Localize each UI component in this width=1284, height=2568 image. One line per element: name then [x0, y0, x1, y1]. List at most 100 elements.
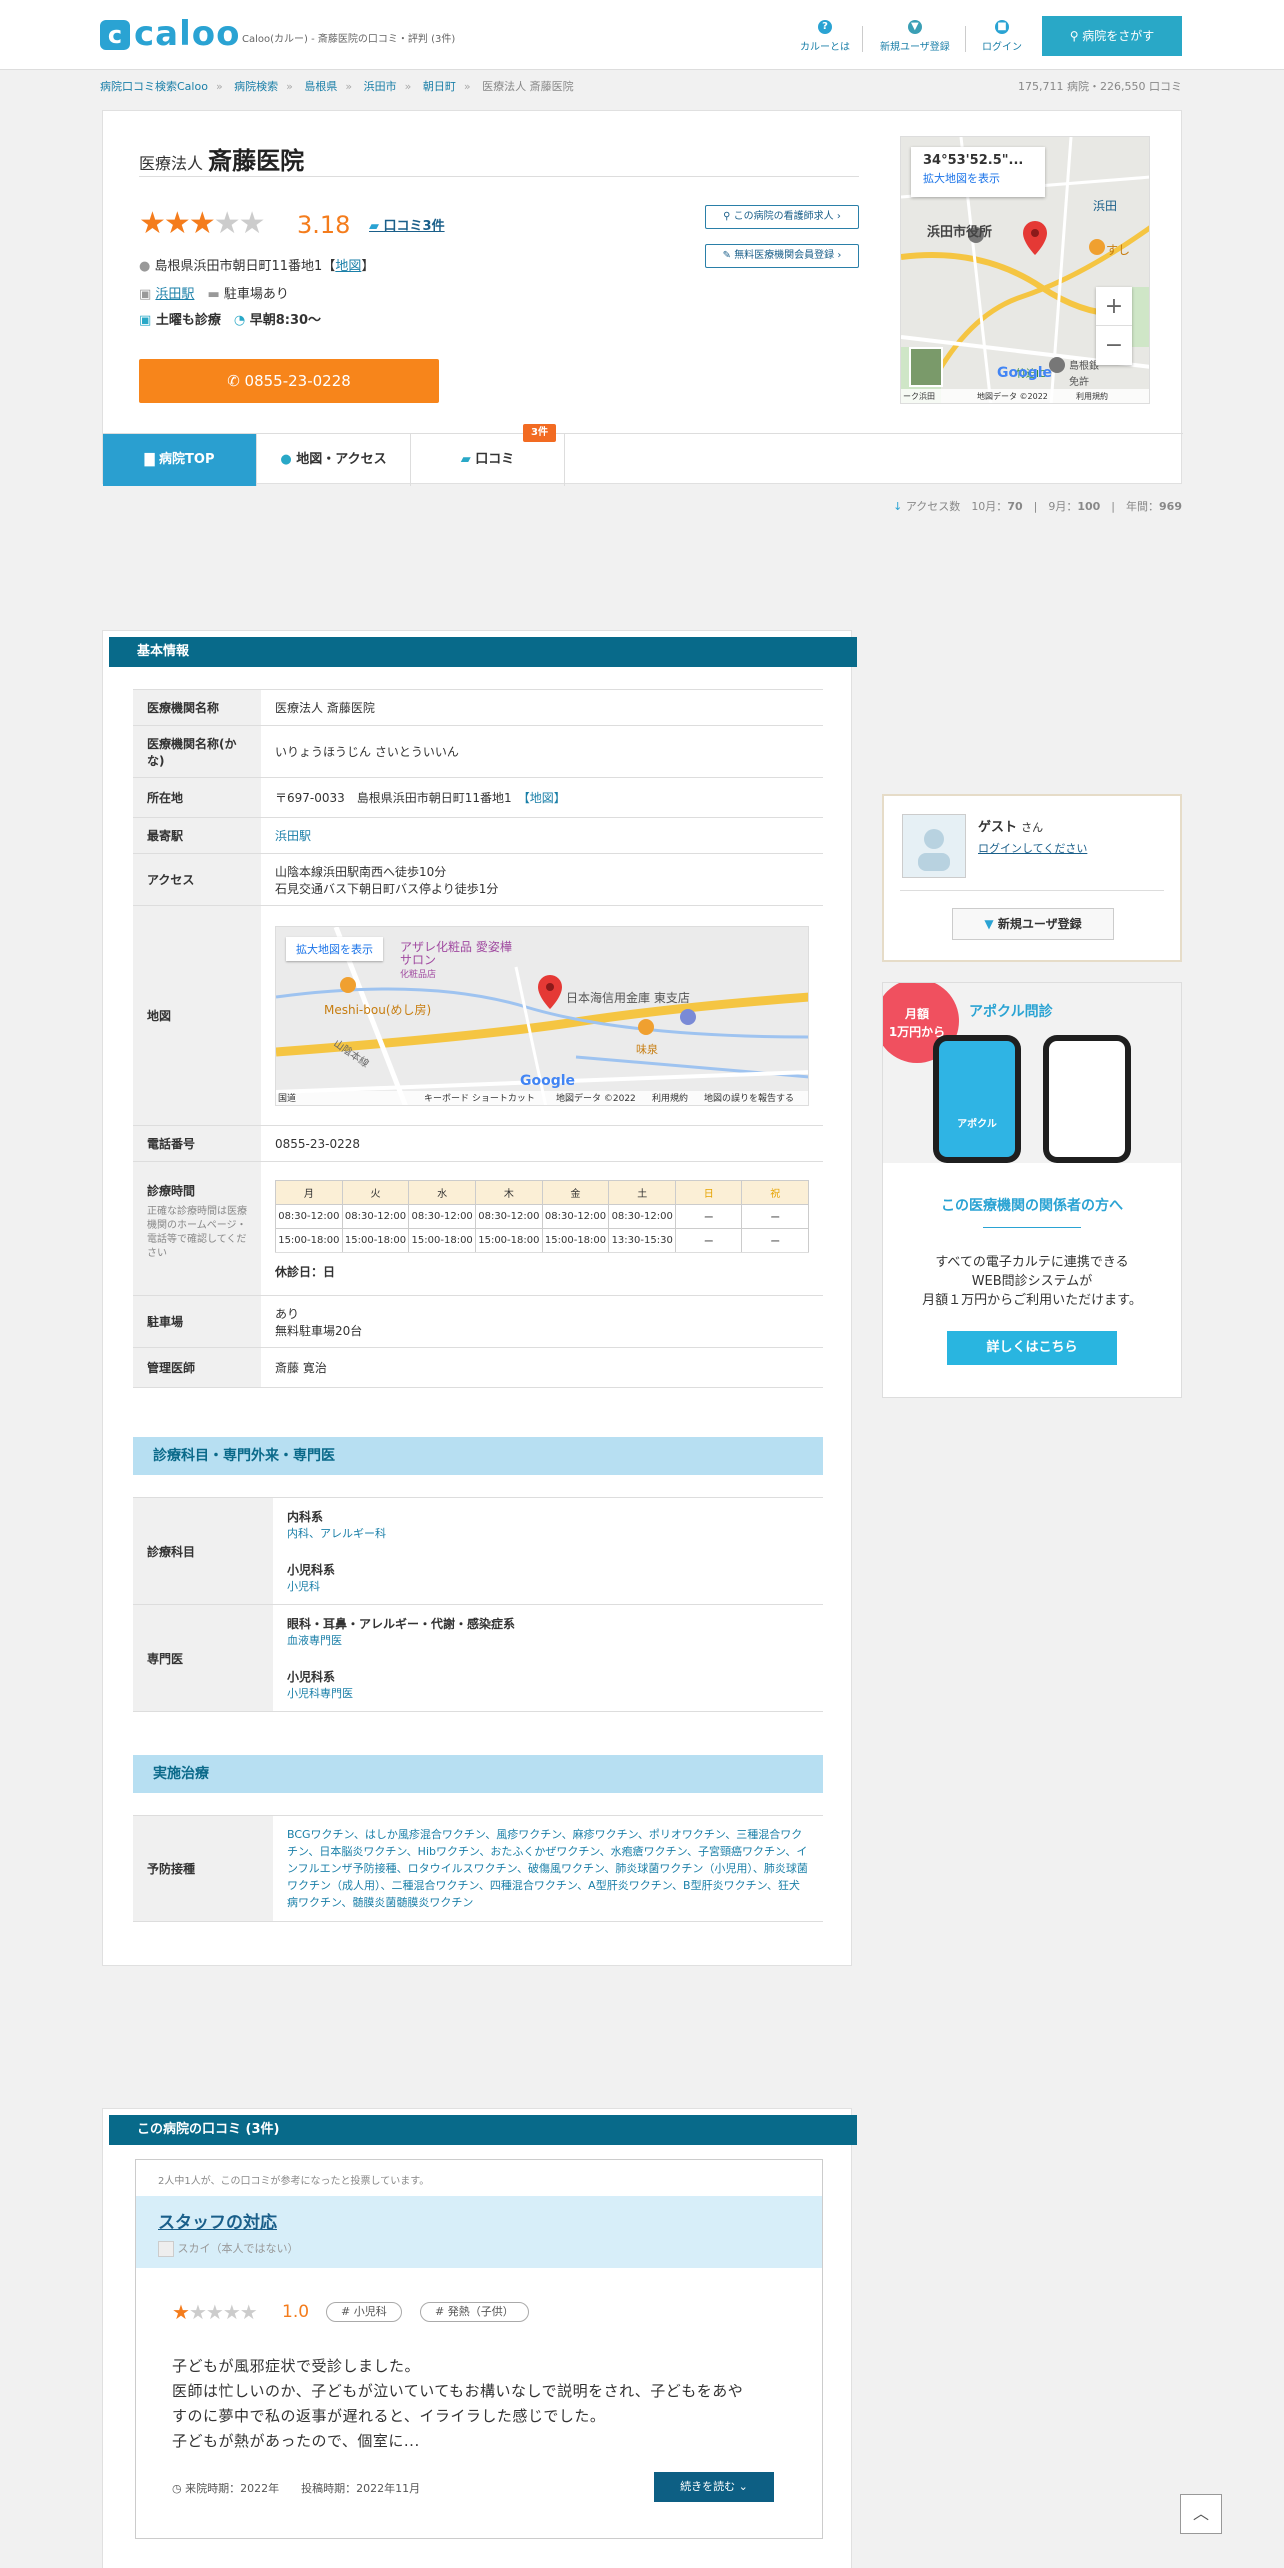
dept-link[interactable]: 小児科専門医 — [287, 1687, 353, 1700]
breadcrumb-item[interactable]: 病院検索 — [234, 80, 278, 93]
table-row: 駐車場 あり 無料駐車場20台 — [133, 1295, 823, 1348]
breadcrumb-sep: » — [463, 80, 471, 93]
location-map[interactable]: 34°53'52.5"... 拡大地図を表示 浜田市役所 浜田 すし 竹迫IC … — [900, 136, 1150, 404]
guest-suffix: さん — [1021, 821, 1044, 834]
breadcrumb-item[interactable]: 病院口コミ検索Caloo — [100, 80, 208, 93]
review-line: 医師は忙しいのか、子どもが泣いていてもお構いなしで説明をされ、子どもをあや — [172, 2382, 744, 2400]
breadcrumb-item[interactable]: 島根県 — [304, 80, 337, 93]
dept-link[interactable]: 小児科 — [287, 1580, 320, 1593]
breadcrumb-sep: » — [345, 80, 353, 93]
breadcrumb-current: 医療法人 斎藤医院 — [482, 80, 574, 93]
breadcrumb-item[interactable]: 朝日町 — [423, 80, 456, 93]
tab-hospital-top[interactable]: ▇ 病院TOP — [103, 434, 257, 486]
hours-cell: 15:00-18:00 — [275, 1227, 343, 1253]
logo-text[interactable]: caloo — [134, 14, 240, 54]
row-header: 診療科目 — [133, 1497, 273, 1605]
station-link[interactable]: 浜田駅 — [155, 287, 194, 302]
reviews-title: この病院の口コミ (3件) — [109, 2115, 857, 2145]
sidebar-register-button[interactable]: ▼ 新規ユーザ登録 — [952, 908, 1114, 940]
hours-cell: 08:30-12:00 — [408, 1203, 477, 1229]
star-empty-icon: ★ — [205, 2300, 224, 2324]
review-stars: ★★★★★ — [172, 2300, 258, 2324]
map-enlarge-link[interactable]: 拡大地図を表示 — [923, 170, 1033, 186]
access-stats: ↓ アクセス数 10月：70 | 9月：100 | 年間：969 — [893, 500, 1182, 513]
star-empty-icon: ★ — [188, 2300, 207, 2324]
nav-about[interactable]: ? カルーとは — [800, 20, 850, 53]
map-terms-link[interactable]: 利用規約 — [1076, 389, 1108, 403]
clinic-summary-card: 医療法人 斎藤医院 ★★★★★ 3.18 ▰ 口コミ3件 ● 島根県浜田市朝日町… — [102, 110, 1183, 486]
hours-cell: 13:30-15:30 — [608, 1227, 677, 1253]
tab-map-access[interactable]: ● 地図・アクセス — [257, 434, 411, 486]
nav-divider — [862, 26, 863, 52]
hours-cell: 08:30-12:00 — [275, 1203, 343, 1229]
address-map-link[interactable]: 地図 — [335, 259, 361, 274]
member-register-button[interactable]: ✎ 無料医療機関会員登録 › — [705, 244, 859, 268]
treatment-section-title: 実施治療 — [133, 1755, 823, 1793]
back-to-top-button[interactable]: ︿ — [1180, 2494, 1222, 2534]
map-enlarge-link[interactable]: 拡大地図を表示 — [286, 936, 383, 961]
review-tag[interactable]: # 発熱（子供） — [420, 2302, 529, 2322]
nurse-jobs-button[interactable]: ⚲ この病院の看護師求人 › — [705, 205, 859, 229]
dept-link[interactable]: 内科、アレルギー科 — [287, 1527, 386, 1540]
hospital-search-button[interactable]: ⚲ 病院をさがす — [1042, 16, 1182, 56]
read-more-button[interactable]: 続きを読む ⌄ — [654, 2472, 774, 2502]
street-view-thumb[interactable] — [909, 347, 943, 387]
dept-link[interactable]: 血液専門医 — [287, 1634, 342, 1647]
review-dates: ◷ 来院時期：2022年 投稿時期：2022年11月 — [172, 2480, 420, 2496]
login-link[interactable]: ログインしてください — [978, 840, 1087, 856]
review-tag[interactable]: # 小児科 — [326, 2302, 402, 2322]
table-row: 医療機関名称 医療法人 斎藤医院 — [133, 689, 823, 726]
breadcrumb-item[interactable]: 浜田市 — [364, 80, 397, 93]
treatment-table: 予防接種 BCGワクチン、はしか風疹混合ワクチン、風疹ワクチン、麻疹ワクチン、ポリ… — [133, 1815, 823, 1922]
question-icon: ? — [818, 20, 832, 34]
nav-login[interactable]: ■ ログイン — [982, 20, 1022, 53]
map-label: Meshi-bou(めし房) — [324, 1002, 432, 1017]
map-label: 日本海信用金庫 東支店 — [566, 990, 690, 1005]
station-link[interactable]: 浜田駅 — [275, 829, 311, 843]
tab-reviews[interactable]: ▰ 口コミ 3件 — [411, 424, 565, 486]
detail-map[interactable]: 拡大地図を表示 アザレ化粧品 愛姿樺サロン 化粧品店 日本海信用金庫 東支店 M… — [275, 925, 809, 1106]
row-value: 山陰本線浜田駅南西へ徒歩10分 石見交通バス下朝日町バス停より徒歩1分 — [261, 853, 823, 906]
zoom-out-button[interactable]: − — [1096, 326, 1132, 365]
nav-about-label: カルーとは — [800, 42, 850, 53]
map-terms-link[interactable]: 利用規約 — [652, 1091, 688, 1105]
row-value: 〒697-0033 島根県浜田市朝日町11番地1 【地図】 — [261, 777, 823, 818]
map-copyright: 地図データ ©2022 — [977, 392, 1048, 401]
nav-register[interactable]: ▼ 新規ユーザ登録 — [880, 20, 950, 53]
logo-mark[interactable]: c — [100, 20, 130, 50]
map-label: 浜田 — [1093, 199, 1118, 213]
table-row: 所在地 〒697-0033 島根県浜田市朝日町11番地1 【地図】 — [133, 777, 823, 818]
user-box: ゲスト さん ログインしてください ▼ 新規ユーザ登録 — [882, 794, 1182, 962]
visit-label: 来院時期： — [185, 2482, 241, 2495]
clinic-title: 医療法人 斎藤医院 — [139, 141, 304, 176]
map-pin-icon: ● — [139, 259, 155, 274]
map-pin-icon: ● — [280, 452, 297, 467]
search-button-label: 病院をさがす — [1082, 29, 1155, 43]
guest-name: ゲスト さん — [978, 816, 1043, 835]
map-label: 浜田市役所 — [927, 225, 993, 240]
phone-call-button[interactable]: ✆ 0855-23-0228 — [139, 359, 439, 403]
table-row: 管理医師 斎藤 寛治 — [133, 1347, 823, 1388]
table-row: 医療機関名称(かな) いりょうほうじん さいとういいん — [133, 725, 823, 778]
map-shortcut-link[interactable]: キーボード ショートカット — [424, 1091, 535, 1105]
basic-info-table: 医療機関名称 医療法人 斎藤医院 医療機関名称(かな) いりょうほうじん さいとうい… — [133, 689, 823, 1388]
phone-screen-label: アポクル — [939, 1041, 1015, 1157]
hours-pm-row: 15:00-18:00 15:00-18:00 15:00-18:00 15:00-1… — [275, 1227, 809, 1253]
address-map-link[interactable]: 【地図】 — [524, 791, 566, 805]
access-year: 969 — [1159, 500, 1182, 513]
row-header: 地図 — [133, 905, 261, 1126]
beginner-icon: ▼ — [984, 917, 998, 931]
map-report-link[interactable]: 地図の誤りを報告する — [704, 1091, 794, 1105]
ad-banner[interactable]: 月額 1万円から アポクル問診 アポクル — [883, 983, 1181, 1163]
hours-cell: 08:30-12:00 — [608, 1203, 677, 1229]
hours-cell: 15:00-18:00 — [541, 1227, 610, 1253]
ad-details-button[interactable]: 詳しくはこちら — [947, 1331, 1117, 1365]
hours-cell: 15:00-18:00 — [475, 1227, 543, 1253]
calendar-icon: ▣ — [139, 313, 156, 328]
vaccine-links[interactable]: BCGワクチン、はしか風疹混合ワクチン、風疹ワクチン、麻疹ワクチン、ポリオワクチ… — [287, 1828, 808, 1909]
day-cell: 火 — [341, 1179, 410, 1205]
review-count-link[interactable]: ▰ 口コミ3件 — [369, 215, 445, 234]
ad-text-line: WEB問診システムが — [971, 1274, 1093, 1289]
review-title-link[interactable]: スタッフの対応 — [158, 2208, 277, 2233]
zoom-in-button[interactable]: + — [1096, 287, 1132, 326]
